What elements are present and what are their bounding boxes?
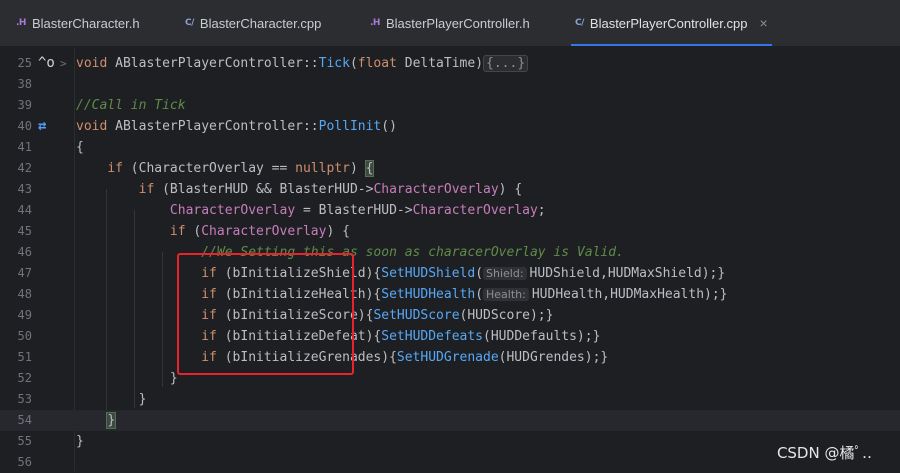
active-tab-indicator: [571, 44, 772, 46]
line-number: 47: [0, 263, 32, 284]
tab-label: BlasterCharacter.h: [32, 16, 140, 31]
tab-label: BlasterCharacter.cpp: [200, 16, 321, 31]
code-line: 50 if (bInitializeDefeat){SetHUDDefeats(…: [0, 326, 900, 347]
code-line: 52 }: [0, 368, 900, 389]
code-line: 48 if (bInitializeHealth){SetHUDHealth(H…: [0, 284, 900, 305]
code-line: 53 }: [0, 389, 900, 410]
matched-brace: }: [107, 413, 115, 428]
tab-blastercharacter-h[interactable]: .H BlasterCharacter.h: [16, 0, 140, 46]
code-line: 55 }: [0, 431, 900, 452]
line-number: 54: [0, 410, 32, 431]
code-line: 40 ⇄ void ABlasterPlayerController::Poll…: [0, 116, 900, 137]
code-line: 45 if (CharacterOverlay) {: [0, 221, 900, 242]
fold-chevron-icon[interactable]: >: [60, 53, 67, 74]
line-number: 55: [0, 431, 32, 452]
line-number: 25: [0, 53, 32, 74]
parameter-hint: Health:: [483, 288, 529, 301]
line-number: 56: [0, 452, 32, 473]
line-number: 45: [0, 221, 32, 242]
line-number: 40: [0, 116, 32, 137]
code-editor[interactable]: 25 ^o > void ABlasterPlayerController::T…: [0, 47, 900, 471]
line-number: 41: [0, 137, 32, 158]
line-number: 48: [0, 284, 32, 305]
code-line: 44 CharacterOverlay = BlasterHUD->Charac…: [0, 200, 900, 221]
line-number: 51: [0, 347, 32, 368]
cpp-file-icon: C/: [185, 18, 194, 28]
code-line: 39 //Call in Tick: [0, 95, 900, 116]
editor-tab-bar: .H BlasterCharacter.h C/ BlasterCharacte…: [0, 0, 900, 47]
tab-label: BlasterPlayerController.h: [386, 16, 530, 31]
header-file-icon: .H: [370, 18, 380, 28]
code-line: 51 if (bInitializeGrenades){SetHUDGrenad…: [0, 347, 900, 368]
highlight-annotation-box: [177, 253, 354, 375]
override-marker-icon[interactable]: ^o: [38, 53, 55, 74]
navigate-declaration-icon[interactable]: ⇄: [38, 116, 46, 137]
parameter-hint: Shield:: [483, 267, 527, 280]
code-line: 42 if (CharacterOverlay == nullptr) {: [0, 158, 900, 179]
code-line: 56: [0, 452, 900, 473]
code-line: 41 {: [0, 137, 900, 158]
code-line-current: 54 }: [0, 410, 900, 431]
code-line: 38: [0, 74, 900, 95]
comment: //Call in Tick: [76, 95, 186, 116]
code-line: 49 if (bInitializeScore){SetHUDScore(HUD…: [0, 305, 900, 326]
watermark: CSDN @橘ﾟ‥: [777, 442, 872, 463]
header-file-icon: .H: [16, 18, 26, 28]
code-line: 47 if (bInitializeShield){SetHUDShield(S…: [0, 263, 900, 284]
close-tab-icon[interactable]: ×: [759, 15, 767, 31]
line-number: 43: [0, 179, 32, 200]
line-number: 49: [0, 305, 32, 326]
cpp-file-icon: C/: [575, 18, 584, 28]
tab-blastercharacter-cpp[interactable]: C/ BlasterCharacter.cpp: [185, 0, 321, 46]
line-number: 50: [0, 326, 32, 347]
line-number: 44: [0, 200, 32, 221]
matched-brace: {: [366, 161, 374, 176]
line-number: 53: [0, 389, 32, 410]
code-line: 43 if (BlasterHUD && BlasterHUD->Charact…: [0, 179, 900, 200]
line-number: 46: [0, 242, 32, 263]
tab-blasterplayercontroller-h[interactable]: .H BlasterPlayerController.h: [370, 0, 530, 46]
tab-blasterplayercontroller-cpp[interactable]: C/ BlasterPlayerController.cpp ×: [575, 0, 768, 46]
tab-label: BlasterPlayerController.cpp: [590, 16, 748, 31]
line-number: 52: [0, 368, 32, 389]
line-number: 42: [0, 158, 32, 179]
folded-code-placeholder[interactable]: {...}: [483, 55, 528, 72]
code-line: 46 //We Setting this as soon as characer…: [0, 242, 900, 263]
code-line: 25 ^o > void ABlasterPlayerController::T…: [0, 53, 900, 74]
line-number: 39: [0, 95, 32, 116]
line-number: 38: [0, 74, 32, 95]
